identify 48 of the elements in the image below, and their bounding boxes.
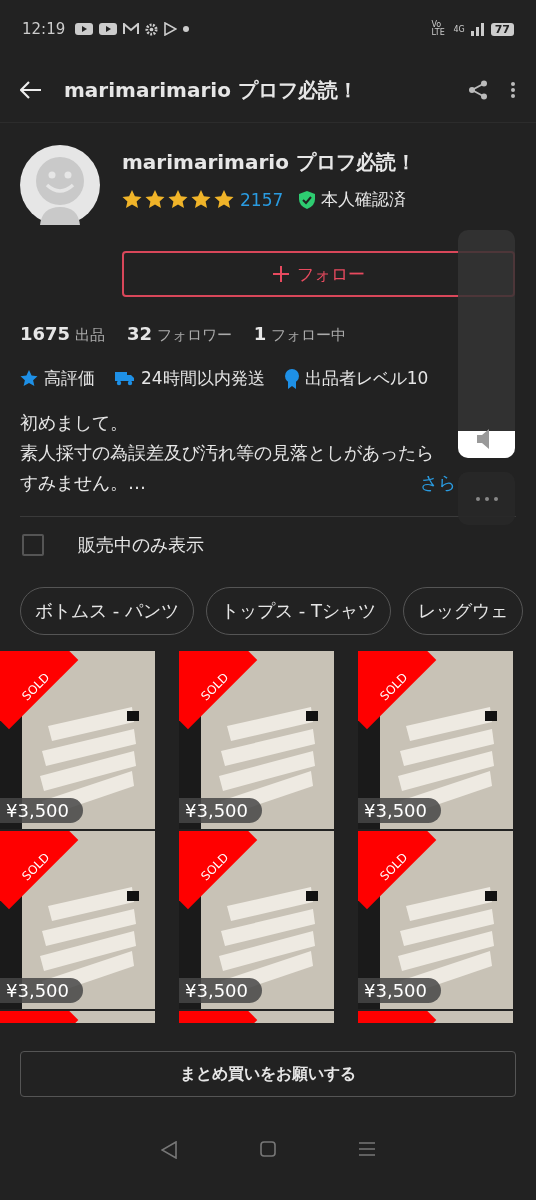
- price-tag: ¥3,500: [179, 798, 262, 823]
- truck-icon: [115, 371, 135, 386]
- signal-icon: [470, 22, 485, 36]
- stat-count[interactable]: 1675 出品: [20, 323, 105, 345]
- price-tag: ¥3,500: [0, 798, 83, 823]
- stat-count[interactable]: 1 フォロー中: [253, 323, 347, 345]
- page-title: marimarimario プロフ必読！: [64, 76, 359, 104]
- video-app-icon: [75, 23, 94, 35]
- medal-icon: [284, 368, 299, 389]
- filter-label: 販売中のみ表示: [78, 533, 204, 557]
- badge-label: 24時間以内発送: [141, 367, 265, 390]
- more-options-icon[interactable]: [510, 81, 516, 99]
- share-icon[interactable]: [468, 80, 488, 100]
- read-more-link[interactable]: さら: [420, 468, 456, 498]
- battery-indicator: 77: [490, 22, 514, 36]
- price-tag: ¥3,500: [0, 978, 83, 1003]
- stat-count[interactable]: 32 フォロワー: [126, 323, 232, 345]
- price-tag: ¥3,500: [358, 798, 441, 823]
- dot-icon: [183, 26, 190, 32]
- mail-icon: [123, 23, 140, 35]
- play-store-icon: [164, 22, 178, 36]
- verified-label: 本人確認済: [321, 188, 407, 211]
- price-tag: ¥3,500: [358, 978, 441, 1003]
- price-tag: ¥3,500: [179, 978, 262, 1003]
- network-type: 4G: [453, 24, 465, 34]
- plus-icon: [272, 266, 289, 282]
- shield-check-icon: [299, 190, 316, 209]
- status-time: 12:19: [22, 20, 66, 38]
- review-count-link[interactable]: 2157: [240, 189, 284, 210]
- description-line: 初めまして。: [20, 411, 128, 435]
- video-app-icon: [99, 23, 118, 35]
- menu-nav-icon[interactable]: [358, 1141, 375, 1157]
- avatar-icon: [20, 145, 100, 225]
- badge-label: 出品者レベル10: [304, 367, 429, 390]
- checkbox[interactable]: [22, 534, 44, 556]
- home-nav-icon[interactable]: [260, 1141, 276, 1157]
- volume-slider[interactable]: [458, 230, 515, 458]
- badge-label: 高評価: [44, 367, 95, 390]
- description-line: 素人採寸の為誤差及び汚れ等の見落としがあったら: [20, 441, 434, 465]
- more-dots-icon: [474, 495, 499, 502]
- seller-name: marimarimario プロフ必読！: [122, 149, 416, 176]
- bulk-purchase-button[interactable]: まとめ買いをお願いする: [20, 1051, 516, 1097]
- star-icon: [20, 370, 38, 387]
- network-label: Vo LTE: [431, 21, 446, 37]
- settings-icon: [145, 22, 159, 36]
- back-arrow-icon[interactable]: [20, 81, 42, 99]
- description-line: すみません。…: [20, 471, 146, 495]
- back-nav-icon[interactable]: [161, 1141, 178, 1159]
